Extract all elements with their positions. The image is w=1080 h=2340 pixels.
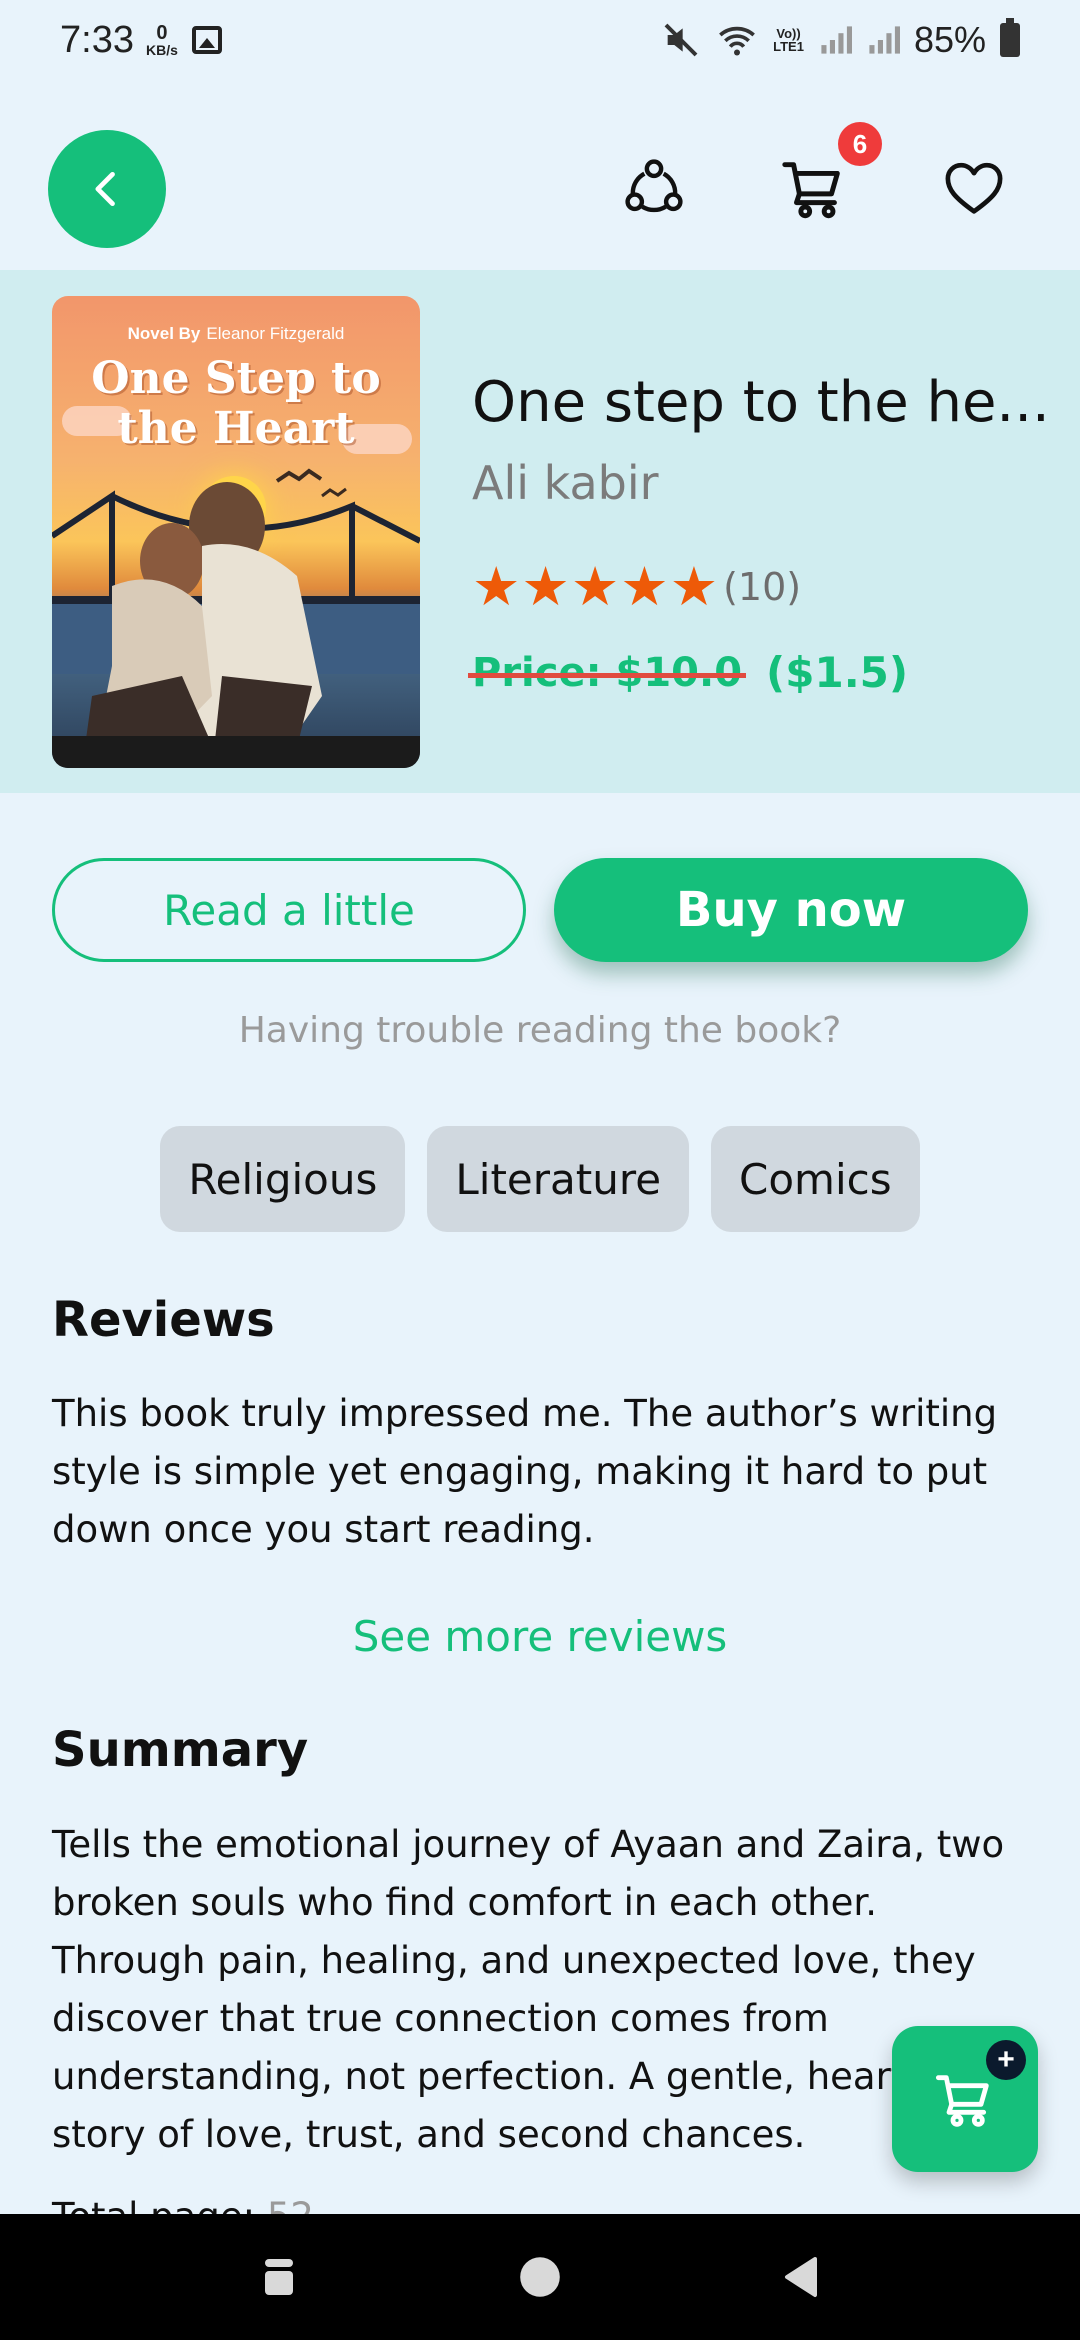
buy-now-button[interactable]: Buy now — [554, 858, 1028, 962]
signal-icon-2 — [869, 26, 900, 54]
signal-icon — [821, 26, 852, 54]
book-hero-panel: Novel By Eleanor Fitzgerald One Step to t… — [0, 270, 1080, 793]
status-time: 7:33 — [60, 18, 134, 61]
tag-literature[interactable]: Literature — [427, 1126, 690, 1232]
mute-icon — [664, 23, 698, 57]
read-a-little-button[interactable]: Read a little — [52, 858, 526, 962]
star-icon: ★ — [620, 555, 669, 618]
star-icon: ★ — [669, 555, 719, 618]
cart-fab-icon — [935, 2075, 989, 2127]
cover-illustration — [52, 468, 420, 768]
gallery-notification-icon — [191, 26, 222, 54]
share-button[interactable] — [616, 150, 692, 226]
share-icon — [625, 159, 683, 213]
nav-back-icon[interactable] — [781, 2255, 821, 2299]
cart-button[interactable]: 6 — [776, 122, 882, 226]
heart-icon — [945, 162, 1003, 214]
cart-icon — [782, 162, 840, 219]
star-icon: ★ — [472, 555, 521, 618]
back-icon — [95, 171, 115, 207]
lte-indicator: Vo)) LTE1 — [773, 27, 804, 53]
book-title: One step to the he... — [472, 370, 1050, 435]
home-icon[interactable] — [518, 2255, 562, 2299]
reviews-heading: Reviews — [52, 1292, 275, 1348]
cart-count-badge: 6 — [838, 122, 882, 166]
reading-trouble-link[interactable]: Having trouble reading the book? — [0, 1010, 1080, 1051]
plus-icon: + — [986, 2040, 1026, 2080]
battery-percent: 85% — [913, 19, 986, 60]
status-bar: 7:33 0 KB/s Vo)) LTE1 85% — [0, 0, 1080, 80]
lte-bottom: LTE1 — [773, 39, 804, 54]
star-icon: ★ — [570, 555, 620, 618]
category-tags: Religious Literature Comics — [0, 1126, 1080, 1232]
book-author[interactable]: Ali kabir — [472, 456, 659, 510]
book-rating: ★ ★ ★ ★ ★ (10) — [472, 560, 801, 614]
summary-heading: Summary — [52, 1722, 309, 1778]
discounted-price: ($1.5) — [766, 648, 909, 697]
book-cover-image[interactable]: Novel By Eleanor Fitzgerald One Step to t… — [52, 296, 420, 768]
review-text: This book truly impressed me. The author… — [52, 1392, 998, 1551]
network-speed-unit: KB/s — [145, 42, 178, 58]
original-price: Price: $10.0 — [467, 649, 747, 696]
favorite-button[interactable] — [936, 150, 1012, 226]
back-button[interactable] — [48, 130, 166, 248]
see-more-reviews-link[interactable]: See more reviews — [0, 1612, 1080, 1661]
status-right: Vo)) LTE1 85% — [661, 18, 1020, 61]
tag-comics[interactable]: Comics — [711, 1126, 920, 1232]
battery-icon — [1000, 18, 1020, 57]
recent-apps-icon[interactable] — [259, 2255, 299, 2299]
system-navigation-bar — [0, 2214, 1080, 2340]
price-row: Price: $10.0 ($1.5) — [467, 648, 909, 697]
star-icon: ★ — [521, 555, 570, 618]
summary-text: Tells the emotional journey of Ayaan and… — [52, 1823, 1005, 2156]
floating-cart-button[interactable]: + — [892, 2026, 1038, 2172]
rating-count: (10) — [723, 565, 802, 609]
network-speed: 0 KB/s — [146, 23, 178, 57]
network-speed-value: 0 — [156, 22, 168, 44]
wifi-icon — [719, 26, 755, 56]
tag-religious[interactable]: Religious — [160, 1126, 406, 1232]
